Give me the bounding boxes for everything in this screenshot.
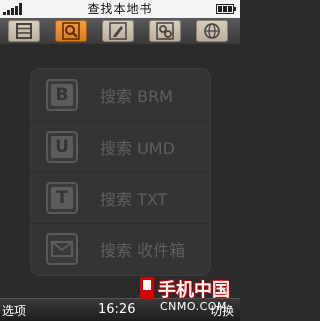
status-bar: 查找本地书 — [0, 0, 240, 19]
menu-item-search-txt[interactable]: T 搜索 TXT — [30, 172, 211, 223]
umd-file-icon: U — [46, 131, 78, 163]
tab-online[interactable] — [196, 20, 228, 42]
phone-logo-icon — [140, 277, 154, 299]
tab-list[interactable] — [8, 20, 40, 42]
clock: 16:26 — [98, 302, 136, 317]
page-title: 查找本地书 — [87, 2, 153, 16]
tab-search[interactable] — [55, 20, 87, 42]
settings-circles-icon — [156, 22, 174, 40]
menu-item-label: 搜索 收件箱 — [100, 241, 186, 260]
menu-item-label: 搜索 TXT — [100, 190, 168, 209]
tab-settings[interactable] — [149, 20, 181, 42]
txt-file-icon: T — [46, 182, 78, 214]
tab-edit[interactable] — [102, 20, 134, 42]
menu-item-search-umd[interactable]: U 搜索 UMD — [30, 121, 211, 172]
menu-item-label: 搜索 UMD — [100, 139, 175, 158]
list-icon — [16, 23, 32, 39]
menu-item-search-brm[interactable]: B 搜索 BRM — [30, 70, 211, 120]
brm-file-icon: B — [46, 79, 78, 111]
menu-item-search-inbox[interactable]: 搜索 收件箱 — [30, 223, 211, 274]
battery-icon — [216, 4, 236, 14]
globe-icon — [204, 23, 220, 39]
tab-bar — [0, 18, 240, 44]
pencil-icon — [109, 22, 127, 40]
search-menu: B 搜索 BRM U 搜索 UMD T 搜索 TXT 搜索 收件箱 — [30, 68, 211, 276]
envelope-icon — [46, 233, 78, 265]
cnmo-watermark: 手机中国 CNMO.COM — [138, 274, 238, 320]
menu-item-label: 搜索 BRM — [100, 87, 173, 106]
search-icon — [62, 22, 80, 40]
options-softkey[interactable]: 选项 — [2, 302, 26, 319]
